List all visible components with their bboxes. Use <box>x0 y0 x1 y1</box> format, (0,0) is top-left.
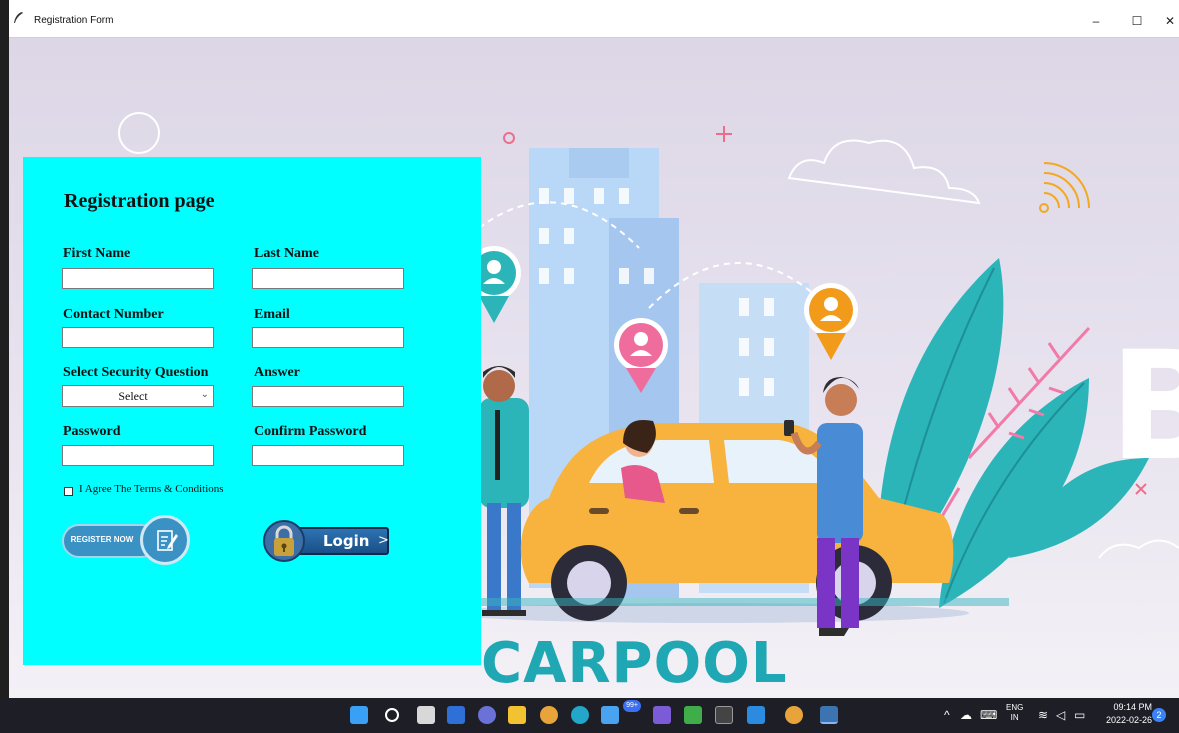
registration-panel: Registration page First Name Last Name C… <box>23 157 481 665</box>
cloud-icon[interactable]: ☁ <box>960 708 972 722</box>
teams-chat-icon[interactable] <box>478 706 496 724</box>
security-question-label: Select Security Question <box>63 365 209 380</box>
answer-input[interactable] <box>252 386 404 407</box>
wifi-icon[interactable]: ≋ <box>1038 708 1048 722</box>
last-name-input[interactable] <box>252 268 404 289</box>
clock-time[interactable]: 09:14 PM <box>1098 702 1152 712</box>
last-name-label: Last Name <box>254 246 319 261</box>
login-arrow: > <box>378 533 389 548</box>
desktop-screen: Registration Form – ☐ ✕ B CARPOOL Regist… <box>0 0 1179 733</box>
password-label: Password <box>63 424 121 439</box>
register-button-label: REGISTER NOW <box>70 535 134 544</box>
python-icon[interactable] <box>820 706 838 724</box>
email-input[interactable] <box>252 327 404 348</box>
chevron-up-icon[interactable]: ^ <box>944 708 950 722</box>
security-question-value: Select <box>118 389 148 403</box>
onenote-icon[interactable] <box>653 706 671 724</box>
notification-badge[interactable]: 2 <box>1152 708 1166 722</box>
window-titlebar[interactable]: Registration Form – ☐ ✕ <box>9 0 1179 38</box>
window-title: Registration Form <box>34 15 114 26</box>
store-notification-badge: 99+ <box>623 700 641 712</box>
vscode-icon[interactable] <box>747 706 765 724</box>
contact-number-input[interactable] <box>62 327 214 348</box>
keyboard-icon[interactable]: ⌨ <box>980 708 997 722</box>
minimize-button[interactable]: – <box>1081 10 1111 32</box>
store-icon[interactable] <box>601 706 619 724</box>
first-name-input[interactable] <box>62 268 214 289</box>
widgets-icon[interactable] <box>447 706 465 724</box>
confirm-password-input[interactable] <box>252 445 404 466</box>
confirm-password-label: Confirm Password <box>254 424 367 439</box>
terms-checkbox[interactable] <box>64 487 73 496</box>
security-question-select[interactable]: Select ⌄ <box>62 385 214 407</box>
chevron-down-icon: ⌄ <box>200 389 209 400</box>
xbox-icon[interactable] <box>684 706 702 724</box>
lock-icon <box>263 520 305 562</box>
edit-document-icon <box>157 530 178 551</box>
register-now-button[interactable]: REGISTER NOW <box>62 515 192 567</box>
login-bar: Login > <box>293 527 389 555</box>
taskbar: 99+ ^ ☁ ⌨ ENG IN ≋ ◁ ▭ 09:14 PM 2022-02-… <box>0 698 1179 733</box>
login-button-label: Login <box>323 532 370 550</box>
maximize-button[interactable]: ☐ <box>1122 10 1152 32</box>
chrome-profile-icon[interactable] <box>785 706 803 724</box>
search-icon[interactable] <box>385 708 399 722</box>
battery-icon[interactable]: ▭ <box>1074 708 1085 722</box>
region-code: IN <box>1010 713 1019 722</box>
file-explorer-icon[interactable] <box>508 706 526 724</box>
volume-icon[interactable]: ◁ <box>1056 708 1065 722</box>
desktop-edge <box>0 0 9 698</box>
clock-date[interactable]: 2022-02-26 <box>1098 715 1152 725</box>
page-title: Registration page <box>64 190 215 212</box>
first-name-label: First Name <box>63 246 131 261</box>
edge-icon[interactable] <box>571 706 589 724</box>
task-view-icon[interactable] <box>417 706 435 724</box>
login-button[interactable]: Login > <box>263 519 391 563</box>
contact-number-label: Contact Number <box>63 307 164 322</box>
carpool-brand-text: CARPOOL <box>481 631 788 696</box>
register-icon-circle <box>140 515 190 565</box>
chrome-icon[interactable] <box>540 706 558 724</box>
email-label: Email <box>254 307 290 322</box>
windows-start-icon[interactable] <box>350 706 368 724</box>
language-code: ENG <box>1006 703 1024 712</box>
terms-label: I Agree The Terms & Conditions <box>79 483 224 495</box>
answer-label: Answer <box>254 365 300 380</box>
password-input[interactable] <box>62 445 214 466</box>
epic-games-icon[interactable] <box>715 706 733 724</box>
app-feather-icon <box>14 12 23 23</box>
close-button[interactable]: ✕ <box>1155 10 1179 32</box>
window-content: B CARPOOL Registration page First Name L… <box>9 38 1179 698</box>
language-indicator[interactable]: ENG IN <box>1006 703 1023 723</box>
